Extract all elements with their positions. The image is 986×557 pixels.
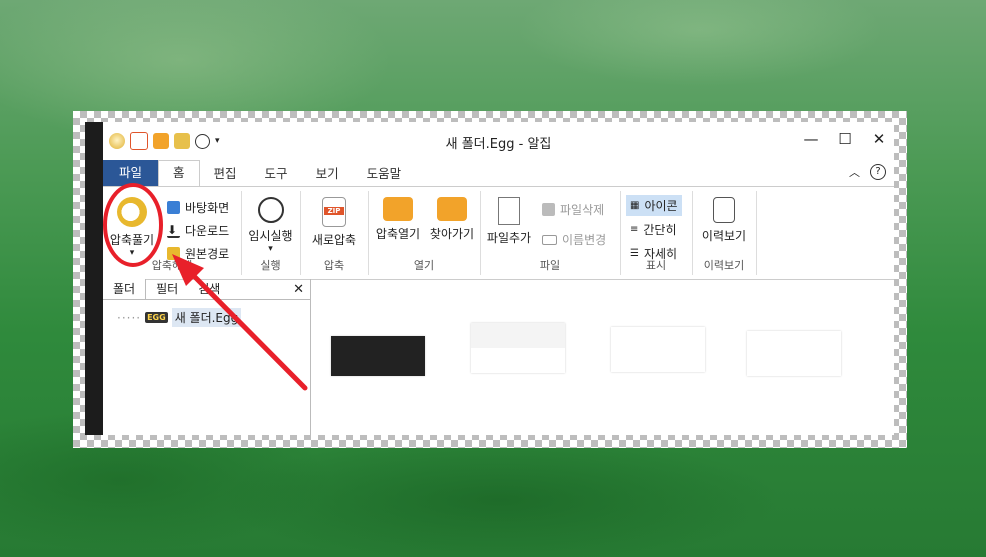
history-button[interactable]: 이력보기 (696, 197, 752, 244)
extract-egg-icon (117, 197, 147, 227)
title-bar: ▾ 새 폴더.Egg - 알집 — ☐ ✕ (103, 122, 894, 160)
extract-to-downloads[interactable]: ⬇ 다운로드 (167, 222, 229, 239)
find-location-label: 찾아가기 (429, 227, 475, 241)
tab-search[interactable]: 검색 (188, 279, 230, 299)
ribbon-tabs: 파일 홈 편집 도구 보기 도움말 ︿ ? (103, 160, 894, 186)
tab-edit[interactable]: 편집 (200, 162, 251, 186)
alzip-window: ▾ 새 폴더.Egg - 알집 — ☐ ✕ 파일 홈 편집 도구 보기 도움말 … (85, 122, 894, 435)
history-label: 이력보기 (701, 229, 747, 243)
group-open-label: 열기 (413, 259, 435, 272)
view-icons-button[interactable]: ▦ 아이콘 (626, 195, 682, 216)
add-file-button[interactable]: 파일추가 (484, 197, 534, 246)
close-button[interactable]: ✕ (870, 130, 888, 148)
folder-panel: 폴더 필터 검색 ✕ ····· EGG 새 폴더.Egg (103, 279, 311, 435)
ribbon: 압축풀기 ▾ 바탕화면 ⬇ 다운로드 원본경로 압축해제 임시실행 ▾ 실행 Z… (103, 186, 894, 280)
extract-label: 압축풀기 (109, 233, 155, 247)
file-thumbnail[interactable] (331, 336, 425, 376)
tab-file[interactable]: 파일 (103, 160, 159, 186)
group-view: ▦ 아이콘 ≡ 간단히 ☰ 자세히 표시 (620, 191, 693, 275)
view-simple-label: 간단히 (643, 223, 677, 237)
desktop-label: 바탕화면 (185, 201, 230, 215)
open-archive-icon (383, 197, 413, 221)
history-clock-icon (713, 197, 735, 223)
minimize-button[interactable]: — (802, 130, 820, 148)
group-run: 임시실행 ▾ 실행 (241, 191, 301, 275)
file-list-area[interactable] (311, 279, 894, 435)
window-title: 새 폴더.Egg - 알집 (445, 137, 552, 152)
temp-run-dropdown-icon[interactable]: ▾ (243, 244, 298, 254)
zip-badge: ZIP (324, 207, 344, 215)
tab-home[interactable]: 홈 (158, 160, 200, 186)
file-thumbnail[interactable] (747, 331, 841, 376)
grid-icon: ▦ (630, 200, 640, 211)
tab-tools[interactable]: 도구 (251, 162, 302, 186)
group-compress: ZIP 새로압축 압축 (300, 191, 369, 275)
collapse-ribbon-icon[interactable]: ︿ (849, 164, 860, 180)
tree-item-label: 새 폴더.Egg (171, 308, 242, 327)
group-file-label: 파일 (539, 259, 561, 272)
help-icon[interactable]: ? (870, 164, 886, 180)
tree-item[interactable]: ····· EGG 새 폴더.Egg (103, 300, 310, 327)
group-open: 압축열기 찾아가기 열기 (368, 191, 481, 275)
maximize-button[interactable]: ☐ (836, 130, 854, 148)
rename-icon (542, 234, 557, 245)
new-compress-label: 새로압축 (311, 233, 357, 247)
open-archive-button[interactable]: 압축열기 (372, 197, 424, 242)
group-compress-label: 압축 (323, 259, 345, 272)
find-location-button[interactable]: 찾아가기 (426, 197, 478, 242)
temp-run-label: 임시실행 (248, 229, 293, 243)
group-extract-label: 압축해제 (151, 259, 193, 272)
tab-folder[interactable]: 폴더 (103, 279, 147, 299)
file-thumbnail[interactable] (471, 323, 565, 373)
new-compress-button[interactable]: ZIP 새로압축 (304, 197, 364, 248)
tab-help[interactable]: 도움말 (353, 162, 416, 186)
rename-button[interactable]: 이름변경 (542, 231, 606, 248)
group-history-label: 이력보기 (703, 259, 745, 272)
group-run-label: 실행 (260, 259, 281, 272)
view-icons-label: 아이콘 (644, 199, 678, 213)
extract-button[interactable]: 압축풀기 ▾ (105, 197, 159, 258)
temp-run-button[interactable]: 임시실행 ▾ (243, 197, 298, 254)
tab-view[interactable]: 보기 (302, 162, 353, 186)
view-simple-button[interactable]: ≡ 간단히 (630, 221, 677, 238)
group-history: 이력보기 이력보기 (692, 191, 757, 275)
add-file-label: 파일추가 (486, 231, 532, 245)
desktop-icon (167, 201, 180, 214)
group-extract: 압축풀기 ▾ 바탕화면 ⬇ 다운로드 원본경로 압축해제 (103, 191, 242, 275)
list-icon: ≡ (630, 224, 639, 235)
tab-filter[interactable]: 필터 (146, 279, 188, 299)
group-view-label: 표시 (645, 259, 667, 272)
zip-file-icon: ZIP (322, 197, 346, 227)
group-file: 파일추가 파일삭제 이름변경 파일 (480, 191, 621, 275)
panel-close-button[interactable]: ✕ (293, 282, 304, 297)
delete-file-button[interactable]: 파일삭제 (542, 201, 604, 218)
tree-connector: ····· (117, 310, 142, 325)
add-file-icon (498, 197, 520, 225)
egg-archive-icon: EGG (145, 312, 168, 323)
panel-tabs: 폴더 필터 검색 ✕ (103, 279, 310, 300)
find-folder-icon (437, 197, 467, 221)
file-thumbnail[interactable] (611, 327, 705, 372)
downloads-label: 다운로드 (185, 224, 230, 238)
rename-label: 이름변경 (562, 233, 607, 247)
delete-file-label: 파일삭제 (560, 203, 605, 217)
window-controls: — ☐ ✕ (802, 130, 888, 148)
trash-icon (542, 203, 555, 216)
play-circle-icon (257, 197, 284, 223)
download-icon: ⬇ (167, 223, 180, 238)
open-archive-label: 압축열기 (375, 227, 421, 241)
extract-to-desktop[interactable]: 바탕화면 (167, 199, 229, 216)
